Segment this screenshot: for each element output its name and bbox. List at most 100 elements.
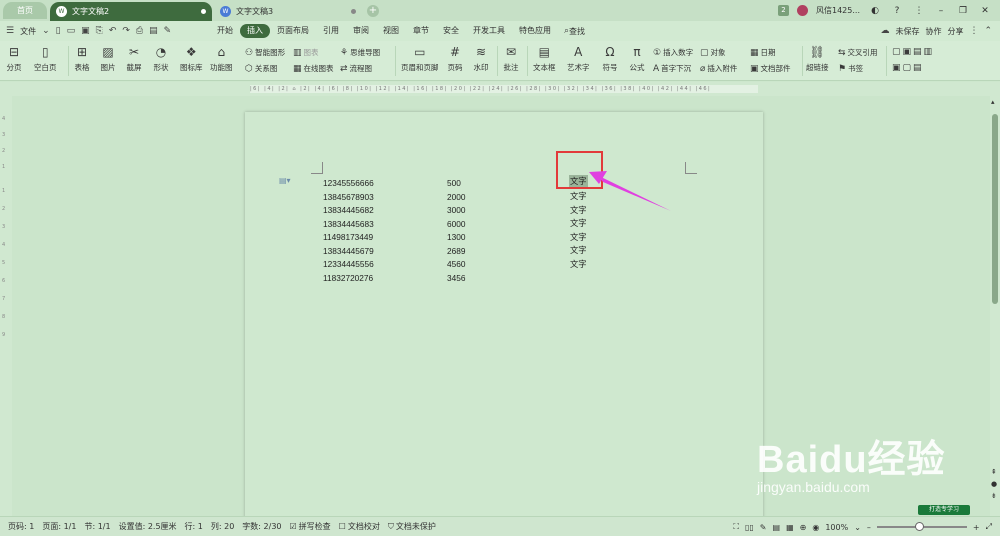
insert-number-button[interactable]: ① 插入数字 bbox=[653, 47, 693, 58]
redo-icon[interactable]: ↷ bbox=[122, 26, 130, 36]
export-pdf-icon[interactable]: ⎘ bbox=[96, 26, 103, 36]
page-break-button[interactable]: ⊟ 分页 bbox=[6, 45, 22, 73]
hamburger-icon[interactable]: ☰ bbox=[6, 26, 14, 36]
outline-view-icon[interactable]: ▦ bbox=[786, 523, 794, 532]
reading-mode-icon[interactable]: ▯▯ bbox=[745, 523, 754, 532]
formula-button[interactable]: π 公式 bbox=[629, 45, 645, 73]
screenshot-button[interactable]: ✂ 截屏 bbox=[126, 45, 142, 73]
status-section[interactable]: 节: 1/1 bbox=[84, 521, 110, 532]
fullscreen-icon[interactable]: ⛶ bbox=[733, 522, 739, 532]
drop-cap-button[interactable]: A 首字下沉 bbox=[653, 63, 691, 74]
undo-icon[interactable]: ↶ bbox=[109, 26, 117, 36]
save-icon[interactable]: ▣ bbox=[81, 26, 90, 36]
doc-part-button[interactable]: ▣ 文档部件 bbox=[750, 63, 791, 74]
doc-tab-active[interactable]: W 文字文稿2 bbox=[50, 2, 212, 21]
chevron-down-icon[interactable]: ⌄ bbox=[854, 523, 861, 532]
collapse-ribbon-icon[interactable]: ⌃ bbox=[984, 26, 992, 36]
tab-features[interactable]: 特色应用 bbox=[512, 24, 558, 38]
print-preview-icon[interactable]: ▤ bbox=[149, 26, 158, 36]
tab-chapter[interactable]: 章节 bbox=[406, 24, 436, 38]
smart-art-button[interactable]: ⚇ 智能图形 bbox=[245, 47, 285, 58]
status-col[interactable]: 列: 20 bbox=[211, 521, 234, 532]
text-box-button[interactable]: ▤ 文本框 bbox=[533, 45, 556, 73]
flow-chart-button[interactable]: ⇄ 流程图 bbox=[340, 63, 372, 74]
online-chart-button[interactable]: ▦ 在线图表 bbox=[293, 63, 334, 74]
function-chart-button[interactable]: ⌂ 功能图 bbox=[210, 45, 233, 73]
minimize-button[interactable]: – bbox=[934, 6, 948, 16]
blank-page-button[interactable]: ▯ 空白页 bbox=[34, 45, 57, 73]
form-control-2[interactable]: ▣ ▢ ▤ bbox=[892, 63, 922, 73]
select-browse-icon[interactable]: ● bbox=[991, 480, 997, 488]
avatar[interactable] bbox=[797, 5, 808, 16]
spell-check-icon[interactable]: ☑ bbox=[290, 522, 297, 531]
status-page[interactable]: 页面: 1/1 bbox=[42, 521, 76, 532]
form-control-1[interactable]: ▢ ▣ ▤ ▥ bbox=[892, 47, 932, 57]
tab-view[interactable]: 视图 bbox=[376, 24, 406, 38]
tab-page-layout[interactable]: 页面布局 bbox=[270, 24, 316, 38]
format-painter-icon[interactable]: ✎ bbox=[164, 26, 172, 36]
status-page-num[interactable]: 页码: 1 bbox=[8, 521, 34, 532]
tab-insert[interactable]: 插入 bbox=[240, 24, 270, 38]
home-tab[interactable]: 首页 bbox=[3, 2, 47, 19]
horizontal-ruler[interactable]: |6| |4| |2| ⌂ |2| |4| |6| |8| |10| |12| … bbox=[0, 82, 1000, 96]
tab-references[interactable]: 引用 bbox=[316, 24, 346, 38]
search-button[interactable]: 查找 bbox=[569, 26, 585, 37]
status-words[interactable]: 字数: 2/30 bbox=[242, 521, 281, 532]
word-art-button[interactable]: A 艺术字 bbox=[567, 45, 590, 73]
open-folder-icon[interactable]: ▭ bbox=[67, 26, 76, 36]
attachment-button[interactable]: ⌀ 插入附件 bbox=[700, 63, 737, 74]
file-menu[interactable]: 文件 bbox=[20, 26, 36, 37]
new-doc-icon[interactable]: ▯ bbox=[56, 26, 61, 36]
collab-button[interactable]: 协作 bbox=[925, 26, 941, 37]
edit-mode-icon[interactable]: ✎ bbox=[760, 523, 767, 532]
share-button[interactable]: 分享 bbox=[947, 26, 963, 37]
web-view-icon[interactable]: ⊕ bbox=[800, 523, 807, 532]
vertical-ruler[interactable]: 4 3 2 1 1 2 3 4 5 6 7 8 9 bbox=[0, 96, 12, 516]
spell-check-button[interactable]: 拼写检查 bbox=[299, 521, 331, 532]
scroll-up-icon[interactable]: ▴ bbox=[991, 98, 995, 106]
page-number-button[interactable]: # 页码 bbox=[447, 45, 463, 73]
eye-protect-icon[interactable]: ◉ bbox=[812, 523, 819, 532]
status-row[interactable]: 行: 1 bbox=[185, 521, 203, 532]
doc-tab-inactive[interactable]: W 文字文稿3 bbox=[214, 2, 362, 21]
zoom-in-button[interactable]: + bbox=[973, 523, 980, 532]
cross-ref-button[interactable]: ⇆ 交叉引用 bbox=[838, 47, 878, 58]
object-button[interactable]: ▢ 对象 bbox=[700, 47, 726, 58]
relation-button[interactable]: ⬡ 关系图 bbox=[245, 63, 277, 74]
hyperlink-button[interactable]: ⛓ 超链接 bbox=[806, 45, 829, 73]
next-page-icon[interactable]: ⇟ bbox=[991, 492, 997, 500]
skin-icon[interactable]: ◐ bbox=[868, 6, 882, 16]
prev-page-icon[interactable]: ⇞ bbox=[991, 468, 997, 476]
bookmark-button[interactable]: ⚑ 书签 bbox=[838, 63, 863, 74]
restore-button[interactable]: ❐ bbox=[956, 6, 970, 16]
date-button[interactable]: ▦ 日期 bbox=[750, 47, 776, 58]
unsaved-status[interactable]: 未保存 bbox=[895, 26, 919, 37]
proof-button[interactable]: 文档校对 bbox=[348, 521, 380, 532]
tab-developer[interactable]: 开发工具 bbox=[466, 24, 512, 38]
chevron-down-icon[interactable]: ⌄ bbox=[42, 26, 50, 36]
user-name[interactable]: 风信1425... bbox=[816, 5, 860, 16]
icon-library-button[interactable]: ❖ 图标库 bbox=[180, 45, 203, 73]
comment-button[interactable]: ✉ 批注 bbox=[503, 45, 519, 73]
mind-map-button[interactable]: ⚘ 思维导图 bbox=[340, 47, 380, 58]
more-icon[interactable]: ⋮ bbox=[912, 6, 926, 16]
zoom-slider[interactable] bbox=[876, 522, 967, 531]
status-setting[interactable]: 设置值: 2.5厘米 bbox=[119, 521, 177, 532]
fit-page-icon[interactable]: ⤢ bbox=[986, 522, 992, 532]
zoom-level[interactable]: 100% bbox=[825, 523, 848, 532]
help-icon[interactable]: ? bbox=[890, 6, 904, 16]
print-icon[interactable]: ⎙ bbox=[136, 26, 143, 36]
zoom-out-button[interactable]: – bbox=[867, 523, 871, 532]
scrollbar-thumb[interactable] bbox=[992, 114, 998, 304]
window-count-badge[interactable]: 2 bbox=[778, 5, 789, 16]
symbol-button[interactable]: Ω 符号 bbox=[602, 45, 618, 73]
shield-icon[interactable]: ⛉ bbox=[388, 522, 394, 532]
proof-icon[interactable]: ☐ bbox=[339, 522, 346, 531]
paste-options-icon[interactable]: ▤▾ bbox=[279, 176, 291, 185]
shape-button[interactable]: ◔ 形状 bbox=[153, 45, 169, 73]
vertical-scrollbar[interactable]: ▴ ⇞ ● ⇟ bbox=[990, 96, 1000, 516]
close-button[interactable]: ✕ bbox=[978, 6, 992, 16]
new-tab-button[interactable]: + bbox=[367, 4, 379, 17]
header-footer-button[interactable]: ▭ 页眉和页脚 bbox=[401, 45, 439, 73]
picture-button[interactable]: ▨ 图片 bbox=[100, 45, 116, 73]
